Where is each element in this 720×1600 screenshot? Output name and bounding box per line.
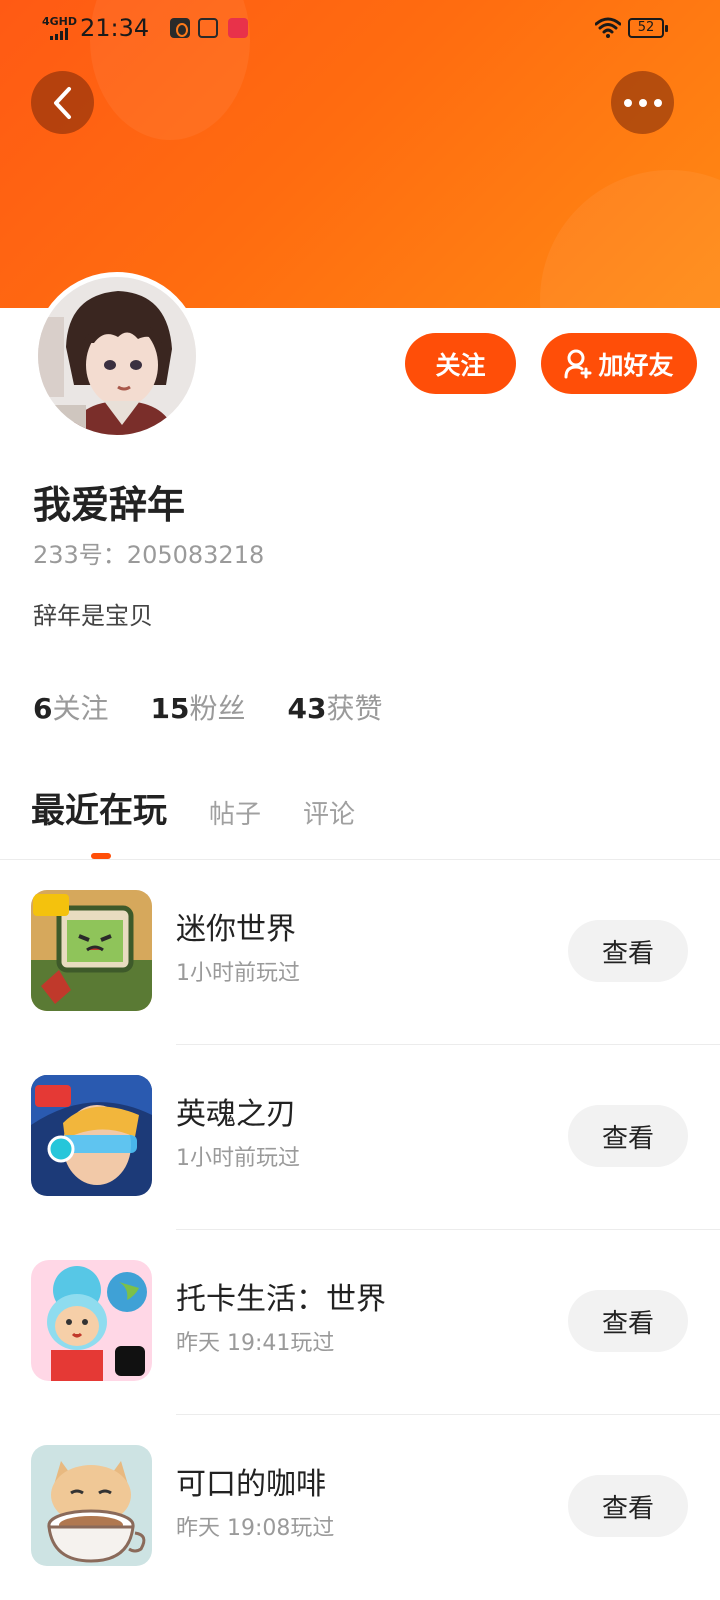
more-button[interactable] bbox=[611, 71, 674, 134]
status-bar: 4GHD 21:34 52 bbox=[0, 0, 720, 56]
profile-stats: 6关注 15粉丝 43获赞 bbox=[33, 692, 382, 726]
add-friend-button[interactable]: 加好友 bbox=[541, 333, 697, 394]
recent-games-list: 迷你世界 1小时前玩过 查看 英魂之刃 1小时前玩过 查看 托卡生活：世界 昨天… bbox=[0, 860, 720, 1600]
last-played-time: 昨天 19:41玩过 bbox=[176, 1331, 335, 1356]
signal-icon bbox=[50, 28, 72, 40]
add-user-icon bbox=[564, 349, 592, 378]
list-item[interactable]: 迷你世界 1小时前玩过 查看 bbox=[0, 860, 720, 1045]
user-id: 233号：205083218 bbox=[33, 541, 265, 569]
tab-recently-played[interactable]: 最近在玩 bbox=[31, 790, 167, 832]
following-count: 6 bbox=[33, 692, 53, 725]
game-name: 托卡生活：世界 bbox=[176, 1282, 386, 1317]
tiktok-notification-icon bbox=[170, 18, 190, 38]
view-button[interactable]: 查看 bbox=[568, 1290, 688, 1352]
game-icon-heroes-blade bbox=[31, 1075, 152, 1196]
last-played-time: 昨天 19:08玩过 bbox=[176, 1516, 335, 1541]
likes-count: 43 bbox=[287, 692, 327, 725]
game-icon-toca-life-world bbox=[31, 1260, 152, 1381]
followers-count: 15 bbox=[150, 692, 190, 725]
game-name: 迷你世界 bbox=[176, 912, 296, 947]
chevron-left-icon bbox=[53, 86, 71, 119]
followers-label: 粉丝 bbox=[189, 692, 246, 725]
following-stat[interactable]: 6关注 bbox=[33, 692, 109, 726]
likes-stat[interactable]: 43获赞 bbox=[287, 692, 382, 726]
view-button[interactable]: 查看 bbox=[568, 1105, 688, 1167]
network-type: 4GHD bbox=[42, 15, 78, 28]
game-name: 可口的咖啡 bbox=[176, 1467, 326, 1502]
list-item[interactable]: 英魂之刃 1小时前玩过 查看 bbox=[0, 1045, 720, 1230]
game-name: 英魂之刃 bbox=[176, 1097, 296, 1132]
tab-posts[interactable]: 帖子 bbox=[209, 798, 261, 832]
user-bio: 辞年是宝贝 bbox=[33, 602, 153, 630]
add-friend-label: 加好友 bbox=[598, 350, 674, 380]
game-icon-tasty-coffee bbox=[31, 1445, 152, 1566]
follow-button[interactable]: 关注 bbox=[405, 333, 516, 394]
last-played-time: 1小时前玩过 bbox=[176, 1146, 300, 1171]
view-button[interactable]: 查看 bbox=[568, 1475, 688, 1537]
followers-stat[interactable]: 15粉丝 bbox=[151, 692, 246, 726]
anime-avatar-image bbox=[38, 277, 196, 435]
last-played-time: 1小时前玩过 bbox=[176, 961, 300, 986]
view-button[interactable]: 查看 bbox=[568, 920, 688, 982]
clock: 21:34 bbox=[80, 14, 150, 42]
app-notification-icon bbox=[228, 18, 248, 38]
game-icon-mini-world bbox=[31, 890, 152, 1011]
avatar[interactable] bbox=[33, 272, 201, 440]
likes-label: 获赞 bbox=[326, 692, 383, 725]
tab-comments[interactable]: 评论 bbox=[303, 798, 355, 832]
username: 我爱辞年 bbox=[33, 483, 186, 527]
book-notification-icon bbox=[198, 18, 218, 38]
wifi-icon bbox=[595, 17, 621, 38]
following-label: 关注 bbox=[52, 692, 109, 725]
profile-tabs: 最近在玩 帖子 评论 bbox=[31, 790, 397, 832]
back-button[interactable] bbox=[31, 71, 94, 134]
list-item[interactable]: 可口的咖啡 昨天 19:08玩过 查看 bbox=[0, 1415, 720, 1600]
more-horizontal-icon bbox=[623, 98, 662, 107]
battery-icon: 52 bbox=[628, 18, 668, 38]
list-item[interactable]: 托卡生活：世界 昨天 19:41玩过 查看 bbox=[0, 1230, 720, 1415]
